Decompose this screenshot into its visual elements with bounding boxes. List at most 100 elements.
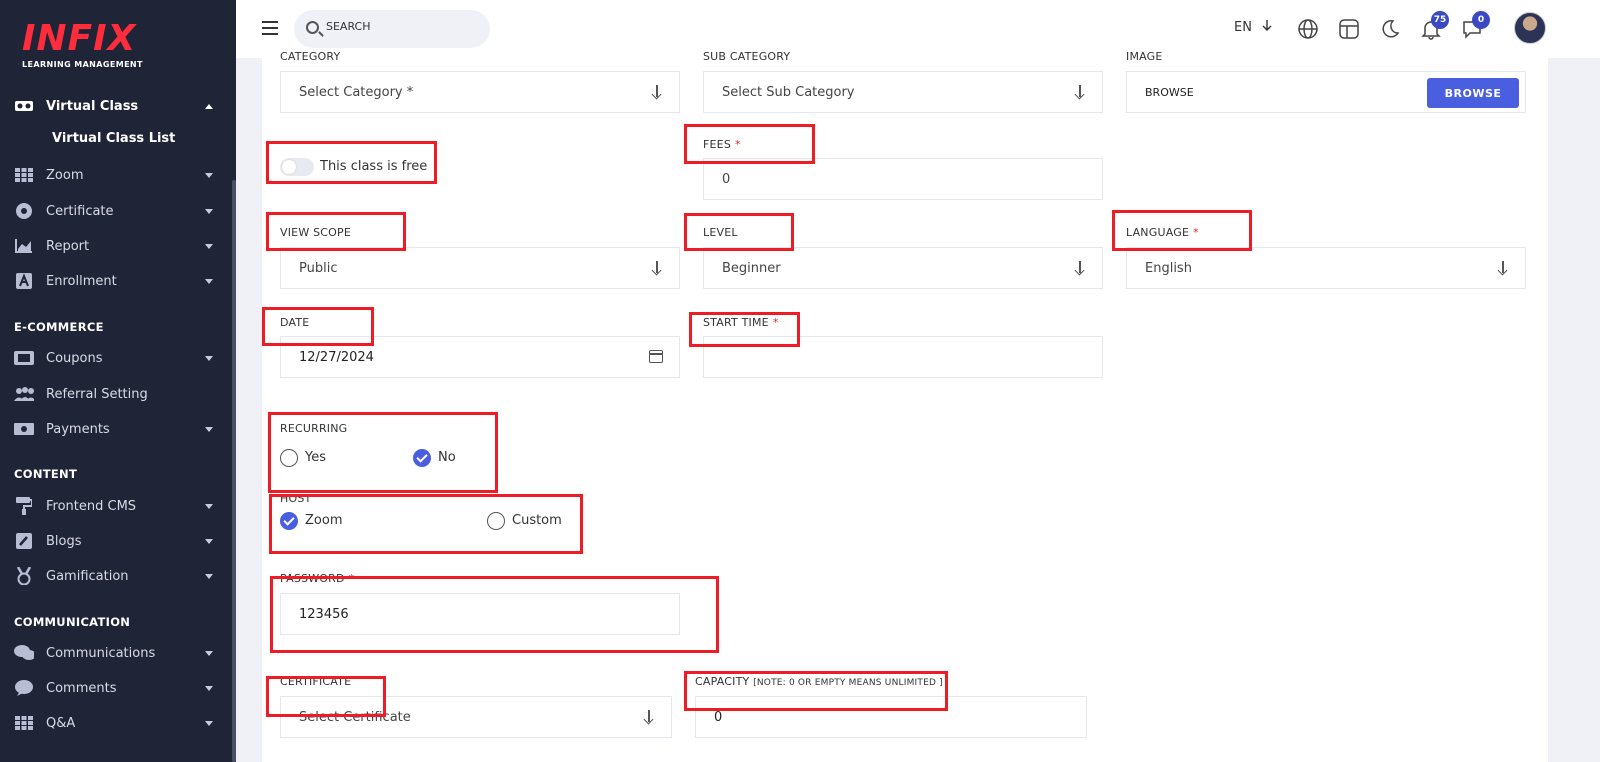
category-select[interactable]: Select Category * (280, 71, 680, 113)
chevron-down-icon (205, 426, 213, 432)
sidebar-item-label: Certificate (46, 203, 114, 219)
money-icon (14, 421, 34, 437)
chevron-down-icon (205, 208, 213, 214)
sidebar-item-referral-setting[interactable]: Referral Setting (0, 379, 232, 409)
arrow-down-icon (643, 710, 655, 724)
fees-input[interactable]: 0 (703, 158, 1103, 200)
sidebar-item-comments[interactable]: Comments (0, 673, 232, 703)
highlight-start-time (689, 312, 800, 347)
sub-category-select[interactable]: Select Sub Category (703, 71, 1103, 113)
globe-icon[interactable] (1297, 18, 1319, 40)
chat-icon (14, 645, 34, 661)
highlight-password (270, 576, 719, 653)
virtual-class-form: CATEGORY Select Category * SUB CATEGORY … (262, 50, 1548, 762)
sidebar-scrollbar[interactable] (232, 180, 236, 762)
menu-toggle-icon[interactable] (262, 21, 278, 35)
sidebar-item-zoom[interactable]: Zoom (0, 160, 232, 190)
image-value: BROWSE (1145, 85, 1194, 99)
sidebar-item-label: Q&A (46, 715, 76, 731)
language-select[interactable]: English (1126, 247, 1526, 289)
sidebar-item-qa[interactable]: Q&A (0, 708, 232, 738)
fees-value: 0 (722, 171, 731, 187)
comment-icon (14, 680, 34, 696)
sidebar-item-gamification[interactable]: Gamification (0, 561, 232, 591)
level-select[interactable]: Beginner (703, 247, 1103, 289)
layout-icon[interactable] (1338, 18, 1360, 40)
sidebar-item-label: Zoom (46, 167, 84, 183)
dark-mode-icon[interactable] (1379, 18, 1401, 40)
sidebar-item-enrollment[interactable]: Enrollment (0, 266, 232, 296)
medal-icon (14, 567, 34, 585)
highlight-language (1112, 210, 1252, 251)
chevron-down-icon (205, 573, 213, 579)
logo-text: INFIX (22, 18, 137, 59)
sidebar-item-virtual-class[interactable]: Virtual Class (0, 91, 232, 121)
sidebar-item-label: Blogs (46, 533, 82, 549)
chevron-down-icon (205, 355, 213, 361)
highlight-fees (684, 124, 815, 164)
language-selector[interactable]: EN (1234, 20, 1273, 35)
highlight-certificate (266, 676, 386, 717)
sub-category-label: SUB CATEGORY (703, 50, 791, 63)
grid-icon (14, 715, 34, 731)
sidebar-item-label: Comments (46, 680, 117, 696)
sidebar-item-label: Enrollment (46, 273, 117, 289)
sidebar-item-label: Communications (46, 645, 156, 661)
app-logo[interactable]: INFIX LEARNING MANAGEMENT (22, 18, 143, 70)
chevron-up-icon (205, 103, 213, 109)
edit-icon (14, 533, 34, 549)
chevron-down-icon (205, 278, 213, 284)
highlight-host (269, 494, 583, 554)
users-icon (14, 386, 34, 402)
highlight-view-scope (266, 212, 406, 251)
messages-badge: 0 (1472, 11, 1490, 29)
arrow-down-icon (1074, 261, 1086, 275)
highlight-free-toggle (266, 141, 437, 184)
sidebar-item-label: Referral Setting (46, 386, 148, 402)
browse-button[interactable]: BROWSE (1427, 78, 1519, 108)
chevron-down-icon (205, 650, 213, 656)
user-avatar[interactable] (1514, 12, 1546, 44)
language-value: English (1145, 260, 1192, 276)
paint-roller-icon (14, 497, 34, 515)
sidebar-section-content: CONTENT (14, 467, 78, 481)
sidebar-item-label: Report (46, 238, 90, 254)
language-code: EN (1234, 20, 1252, 35)
category-value: Select Category * (299, 84, 414, 100)
search-icon (306, 21, 319, 34)
sub-category-value: Select Sub Category (722, 84, 855, 100)
sidebar-item-frontend-cms[interactable]: Frontend CMS (0, 491, 232, 521)
sidebar-item-communications[interactable]: Communications (0, 638, 232, 668)
sidebar-item-payments[interactable]: Payments (0, 414, 232, 444)
search-input[interactable] (326, 20, 476, 33)
sidebar: INFIX LEARNING MANAGEMENT Virtual Class … (0, 0, 236, 762)
sidebar-item-label: Payments (46, 421, 110, 437)
calendar-icon[interactable] (649, 350, 663, 363)
sidebar-item-coupons[interactable]: Coupons (0, 343, 232, 373)
grid-icon (14, 167, 34, 183)
sidebar-item-report[interactable]: Report (0, 231, 232, 261)
date-value: 12/27/2024 (299, 349, 374, 365)
sidebar-section-communication: COMMUNICATION (14, 615, 131, 629)
capacity-value: 0 (714, 709, 723, 725)
search-box[interactable] (294, 10, 490, 48)
ticket-icon (14, 350, 34, 366)
sidebar-subitem-virtual-class-list[interactable]: Virtual Class List (52, 131, 175, 146)
image-label: IMAGE (1126, 50, 1163, 63)
highlight-level (684, 213, 794, 251)
sidebar-item-label: Gamification (46, 568, 129, 584)
view-scope-value: Public (299, 260, 338, 276)
arrow-down-icon (1497, 261, 1509, 275)
arrow-down-icon (1074, 85, 1086, 99)
topbar: EN 75 0 (236, 0, 1600, 58)
sidebar-item-certificate[interactable]: Certificate (0, 196, 232, 226)
arrow-down-icon (651, 85, 663, 99)
sidebar-item-blogs[interactable]: Blogs (0, 526, 232, 556)
image-field[interactable]: BROWSE BROWSE (1126, 71, 1526, 113)
chevron-down-icon (205, 685, 213, 691)
enroll-icon (14, 273, 34, 289)
view-scope-select[interactable]: Public (280, 247, 680, 289)
chevron-down-icon (205, 503, 213, 509)
highlight-date (262, 307, 374, 346)
chevron-down-icon (205, 172, 213, 178)
